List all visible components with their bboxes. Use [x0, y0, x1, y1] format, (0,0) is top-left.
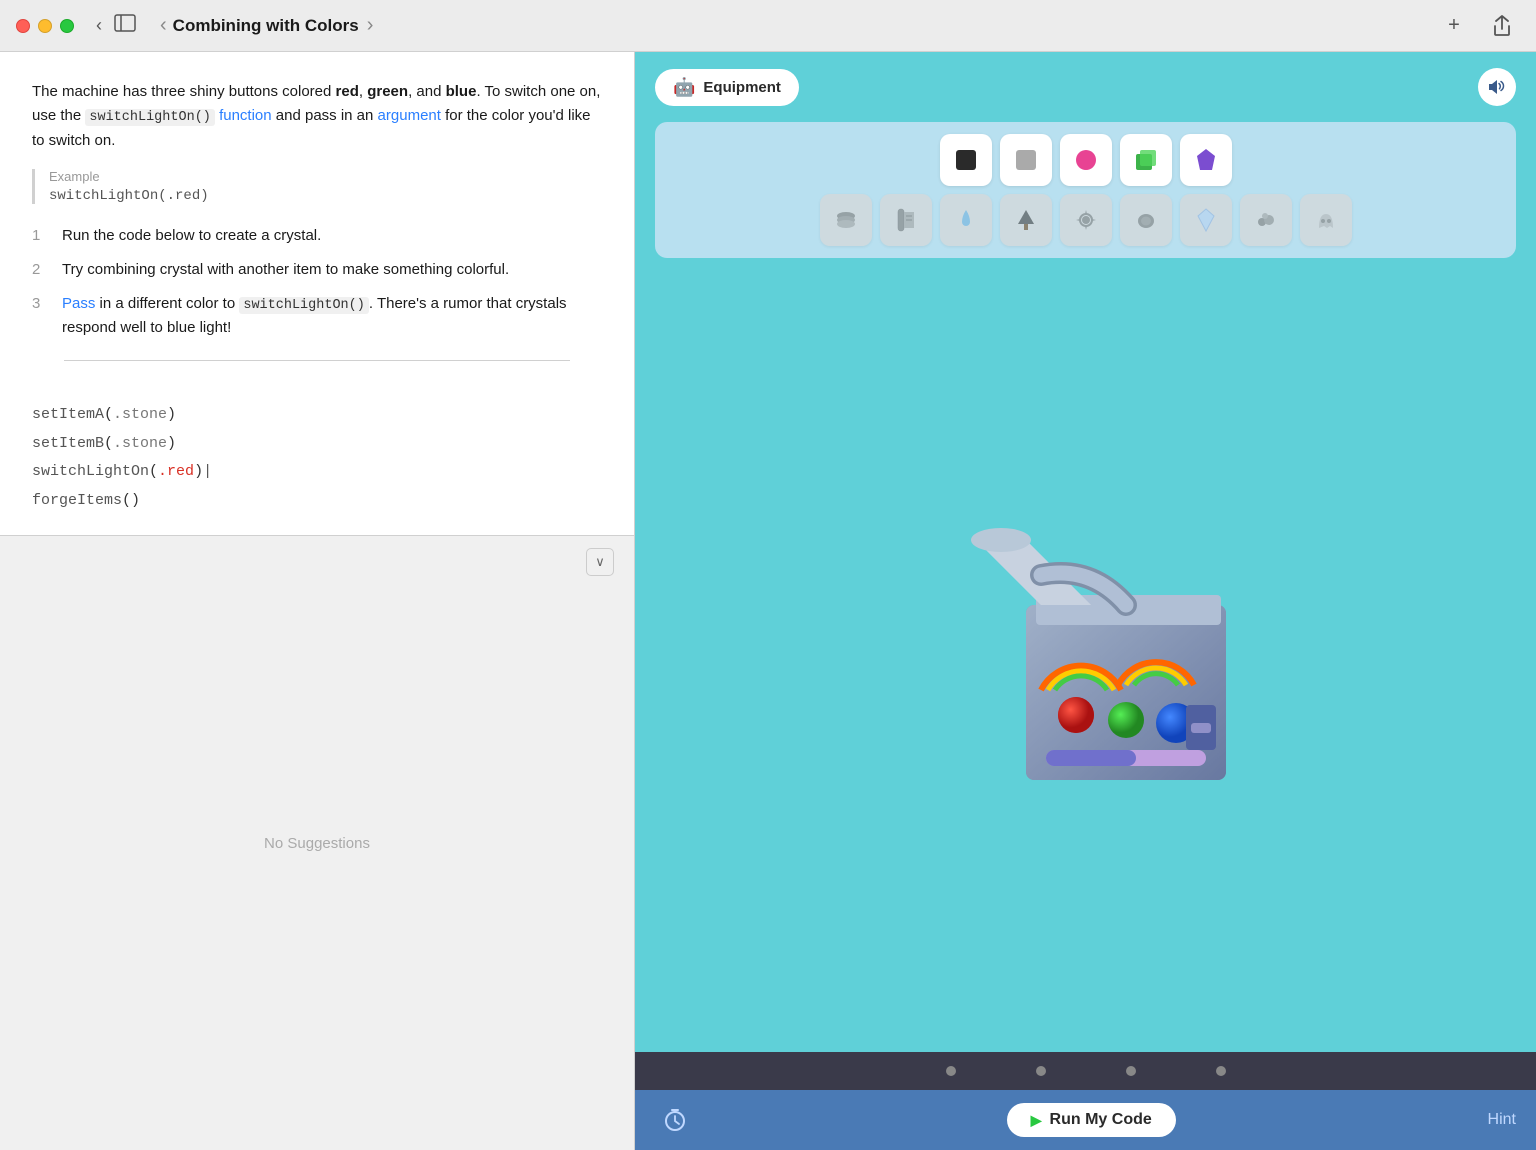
sidebar-toggle-button[interactable]: [108, 10, 142, 41]
sound-button[interactable]: [1478, 68, 1516, 106]
bottom-section: ▶ Run My Code Hint: [635, 1052, 1536, 1150]
instruction-paragraph: The machine has three shiny buttons colo…: [32, 80, 602, 153]
instructions: The machine has three shiny buttons colo…: [0, 52, 634, 401]
run-label: Run My Code: [1050, 1111, 1152, 1129]
code-fn-switchlighton: switchLightOn: [32, 463, 149, 480]
item-water[interactable]: [940, 194, 992, 246]
item-bubbles[interactable]: [1240, 194, 1292, 246]
code-fn-setitemb: setItemB: [32, 435, 104, 452]
hint-button[interactable]: Hint: [1488, 1111, 1516, 1129]
code-arg-stone2: .stone: [113, 435, 167, 452]
add-button[interactable]: +: [1436, 8, 1472, 44]
suggestions-panel: ∨ No Suggestions: [0, 535, 634, 1150]
item-gear[interactable]: [1060, 194, 1112, 246]
title-area: Combining with Colors: [173, 16, 359, 36]
items-row-1: [667, 134, 1504, 186]
step-3-text: Pass in a different color to switchLight…: [62, 292, 602, 341]
item-ghost[interactable]: [1300, 194, 1352, 246]
code-cursor: [203, 463, 212, 480]
progress-dots: [635, 1052, 1536, 1090]
code-close-3: ): [194, 463, 203, 480]
next-button[interactable]: ›: [361, 10, 380, 41]
right-panel: 🤖 Equipment: [635, 52, 1536, 1150]
run-bar: ▶ Run My Code Hint: [635, 1090, 1536, 1150]
step-3: 3 Pass in a different color to switchLig…: [32, 292, 602, 341]
code-block[interactable]: setItemA(.stone) setItemB(.stone) switch…: [32, 401, 602, 515]
maximize-button[interactable]: [60, 19, 74, 33]
link-argument[interactable]: argument: [378, 107, 441, 124]
example-block: Example switchLightOn(.red): [32, 169, 602, 204]
code-close-2: ): [167, 435, 176, 452]
machine-area: [635, 258, 1536, 1052]
step-1-num: 1: [32, 224, 52, 248]
share-button[interactable]: [1484, 8, 1520, 44]
equipment-label: Equipment: [703, 79, 781, 96]
code-paren-1: (: [104, 406, 113, 423]
suggestions-toggle-button[interactable]: ∨: [586, 548, 614, 576]
titlebar: ‹ ‹ Combining with Colors › +: [0, 0, 1536, 52]
robot-icon: 🤖: [673, 77, 695, 98]
left-panel: The machine has three shiny buttons colo…: [0, 52, 635, 1150]
progress-dot-4: [1216, 1066, 1226, 1076]
code-paren-2: (: [104, 435, 113, 452]
code-ref-switchlighton-2: switchLightOn(): [239, 297, 369, 314]
link-pass[interactable]: Pass: [62, 295, 95, 312]
run-icon: ▶: [1031, 1112, 1042, 1129]
example-code: switchLightOn(.red): [49, 188, 602, 204]
code-line-4[interactable]: forgeItems(): [32, 487, 602, 516]
code-editor[interactable]: setItemA(.stone) setItemB(.stone) switch…: [0, 401, 634, 515]
item-layers[interactable]: [820, 194, 872, 246]
link-function[interactable]: function: [219, 107, 272, 124]
code-paren-4: (): [122, 492, 140, 509]
timer-button[interactable]: [655, 1100, 695, 1140]
step-1-text: Run the code below to create a crystal.: [62, 224, 321, 248]
back-button[interactable]: ‹: [90, 11, 108, 40]
divider: [64, 360, 570, 361]
item-tree[interactable]: [1000, 194, 1052, 246]
minimize-button[interactable]: [38, 19, 52, 33]
example-label: Example: [49, 169, 602, 184]
code-arg-stone1: .stone: [113, 406, 167, 423]
progress-dot-3: [1126, 1066, 1136, 1076]
items-row-2: [667, 194, 1504, 246]
item-scroll[interactable]: [880, 194, 932, 246]
item-stone[interactable]: [1120, 194, 1172, 246]
machine-svg: [896, 485, 1276, 825]
equipment-header: 🤖 Equipment: [635, 52, 1536, 122]
step-2-num: 2: [32, 258, 52, 282]
progress-dot-1: [946, 1066, 956, 1076]
top-right-buttons: +: [1436, 8, 1520, 44]
item-gray[interactable]: [1000, 134, 1052, 186]
code-fn-setitema: setItemA: [32, 406, 104, 423]
traffic-lights: [16, 19, 74, 33]
item-diamond[interactable]: [1180, 194, 1232, 246]
item-black[interactable]: [940, 134, 992, 186]
equipment-button[interactable]: 🤖 Equipment: [655, 69, 799, 106]
no-suggestions-text: No Suggestions: [0, 536, 634, 1150]
code-fn-forgeitems: forgeItems: [32, 492, 122, 509]
prev-button[interactable]: ‹: [154, 10, 173, 41]
code-paren-3: (: [149, 463, 158, 480]
code-ref-switchlighton: switchLightOn(): [85, 109, 215, 126]
code-line-1[interactable]: setItemA(.stone): [32, 401, 602, 430]
main-content: The machine has three shiny buttons colo…: [0, 52, 1536, 1150]
code-line-2[interactable]: setItemB(.stone): [32, 430, 602, 459]
code-close-1: ): [167, 406, 176, 423]
step-2: 2 Try combining crystal with another ite…: [32, 258, 602, 282]
step-2-text: Try combining crystal with another item …: [62, 258, 509, 282]
steps-list: 1 Run the code below to create a crystal…: [32, 224, 602, 341]
step-3-num: 3: [32, 292, 52, 341]
run-my-code-button[interactable]: ▶ Run My Code: [1007, 1103, 1176, 1137]
close-button[interactable]: [16, 19, 30, 33]
item-green-cube[interactable]: [1120, 134, 1172, 186]
items-grid: [655, 122, 1516, 258]
step-1: 1 Run the code below to create a crystal…: [32, 224, 602, 248]
page-title: Combining with Colors: [173, 16, 359, 36]
item-pink[interactable]: [1060, 134, 1112, 186]
progress-dot-2: [1036, 1066, 1046, 1076]
code-line-3[interactable]: switchLightOn(.red): [32, 458, 602, 487]
code-arg-red: .red: [158, 463, 194, 480]
item-purple-gem[interactable]: [1180, 134, 1232, 186]
